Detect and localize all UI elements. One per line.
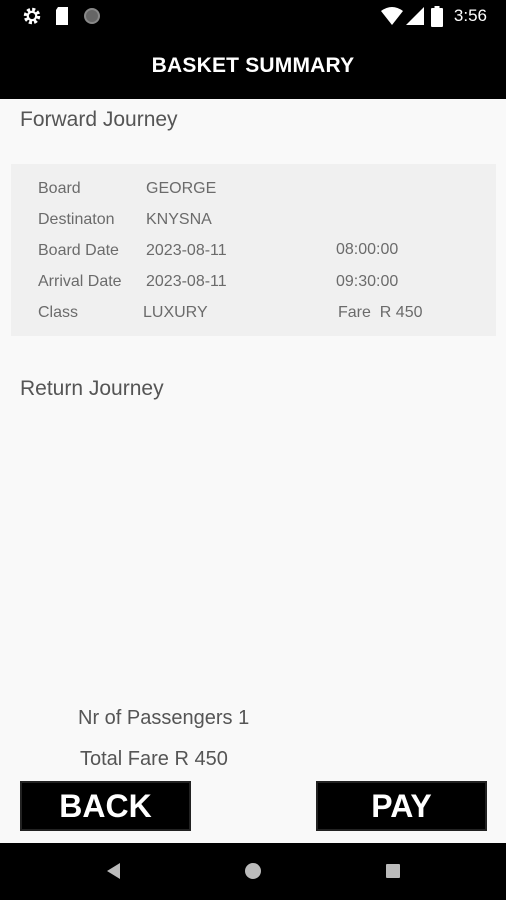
system-nav-bar <box>0 843 506 900</box>
class-value: LUXURY <box>143 304 208 321</box>
board-date-label: Board Date <box>38 242 119 259</box>
destination-label: Destinaton <box>38 211 115 228</box>
passenger-count: Nr of Passengers 1 <box>78 707 250 729</box>
status-time: 3:56 <box>453 6 487 25</box>
board-time: 08:00:00 <box>336 241 399 258</box>
back-icon[interactable] <box>104 861 124 881</box>
back-button[interactable]: BACK <box>20 781 191 831</box>
destination-value: KNYSNA <box>146 211 212 228</box>
battery-icon <box>431 6 443 27</box>
return-journey-title: Return Journey <box>20 377 164 400</box>
wifi-icon <box>381 7 403 25</box>
class-label: Class <box>38 304 79 321</box>
fare-value: Fare R 450 <box>338 304 423 321</box>
arrival-time: 09:30:00 <box>336 273 399 290</box>
recents-icon[interactable] <box>384 861 402 881</box>
home-icon[interactable] <box>243 861 263 881</box>
sd-card-icon <box>56 7 68 25</box>
pay-button[interactable]: PAY <box>316 781 487 831</box>
board-value: GEORGE <box>146 180 217 197</box>
signal-icon <box>406 7 424 25</box>
arrival-date-value: 2023-08-11 <box>146 273 227 290</box>
arrival-date-label: Arrival Date <box>38 273 122 290</box>
page-title: BASKET SUMMARY <box>151 53 355 77</box>
forward-journey-card: Board GEORGE Destinaton KNYSNA Board Dat… <box>11 164 496 336</box>
circle-icon <box>84 8 100 24</box>
app-header: BASKET SUMMARY <box>0 32 506 99</box>
board-date-value: 2023-08-11 <box>146 242 227 259</box>
status-bar: 3:56 <box>0 0 506 32</box>
gear-icon <box>23 7 41 25</box>
total-fare: Total Fare R 450 <box>80 748 228 770</box>
forward-journey-title: Forward Journey <box>20 108 178 131</box>
board-label: Board <box>38 180 81 197</box>
